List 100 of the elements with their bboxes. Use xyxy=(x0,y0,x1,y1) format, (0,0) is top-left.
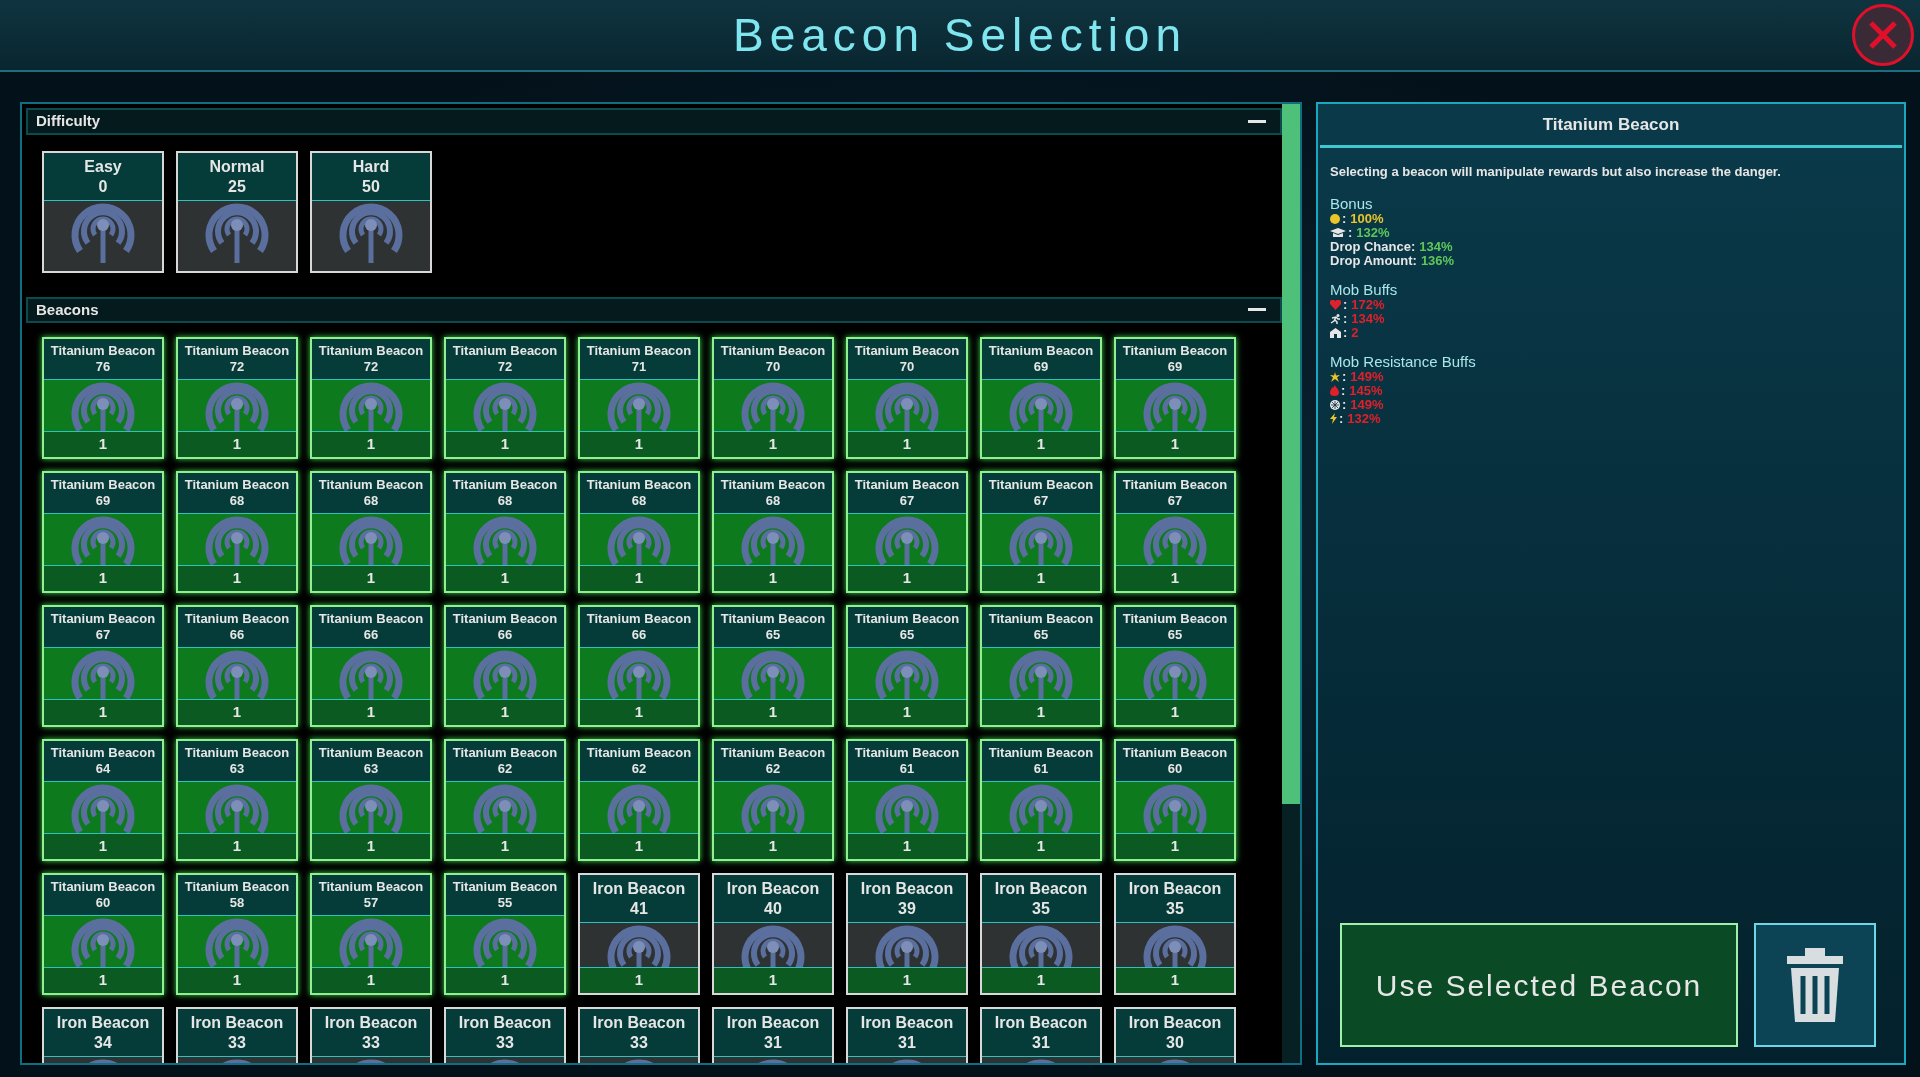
card-number: 33 xyxy=(228,1033,246,1053)
card-count: 1 xyxy=(634,434,644,455)
beacon-card[interactable]: Titanium Beacon 66 1 xyxy=(310,605,432,727)
beacon-card[interactable]: Titanium Beacon 68 1 xyxy=(578,471,700,593)
card-number: 66 xyxy=(497,627,513,644)
beacon-card[interactable]: Titanium Beacon 62 1 xyxy=(444,739,566,861)
beacon-card[interactable]: Titanium Beacon 70 1 xyxy=(846,337,968,459)
beacon-card[interactable]: Titanium Beacon 66 1 xyxy=(176,605,298,727)
beacon-card[interactable]: Iron Beacon 41 1 xyxy=(578,873,700,995)
window-title: Beacon Selection xyxy=(733,7,1187,63)
beacon-card[interactable]: Iron Beacon 31 xyxy=(712,1007,834,1063)
beacon-card[interactable]: Hard 50 xyxy=(310,150,432,273)
beacon-card[interactable]: Iron Beacon 35 1 xyxy=(1114,873,1236,995)
section-header[interactable]: Beacons xyxy=(26,296,1282,323)
beacon-card[interactable]: Titanium Beacon 60 1 xyxy=(42,873,164,995)
beacon-card[interactable]: Titanium Beacon 68 1 xyxy=(712,471,834,593)
use-selected-beacon-button[interactable]: Use Selected Beacon xyxy=(1340,923,1738,1047)
beacon-card[interactable]: Titanium Beacon 63 1 xyxy=(310,739,432,861)
card-number: 63 xyxy=(229,761,245,778)
card-count: 1 xyxy=(500,702,510,723)
section-header[interactable]: Difficulty xyxy=(26,108,1282,135)
burst-icon xyxy=(1330,371,1340,382)
beacon-card[interactable]: Iron Beacon 33 xyxy=(578,1007,700,1063)
beacon-card[interactable]: Titanium Beacon 70 1 xyxy=(712,337,834,459)
beacon-card[interactable]: Titanium Beacon 60 1 xyxy=(1114,739,1236,861)
card-title: Titanium Beacon xyxy=(50,343,156,360)
beacon-card[interactable]: Titanium Beacon 64 1 xyxy=(42,739,164,861)
beacon-card[interactable]: Iron Beacon 34 xyxy=(42,1007,164,1063)
beacon-card[interactable]: Iron Beacon 33 xyxy=(176,1007,298,1063)
beacon-card[interactable]: Titanium Beacon 68 1 xyxy=(310,471,432,593)
beacon-card[interactable]: Titanium Beacon 65 1 xyxy=(846,605,968,727)
beacon-card[interactable]: Titanium Beacon 63 1 xyxy=(176,739,298,861)
beacon-card[interactable]: Titanium Beacon 67 1 xyxy=(42,605,164,727)
card-count: 1 xyxy=(902,970,912,991)
beacon-card[interactable]: Titanium Beacon 69 1 xyxy=(42,471,164,593)
beacon-card[interactable]: Titanium Beacon 72 1 xyxy=(176,337,298,459)
beacon-card[interactable]: Titanium Beacon 67 1 xyxy=(846,471,968,593)
collapse-icon[interactable] xyxy=(1248,308,1266,312)
card-number: 69 xyxy=(95,493,111,510)
card-title: Titanium Beacon xyxy=(988,343,1094,360)
stat-value: 2 xyxy=(1351,325,1359,340)
beacon-card[interactable]: Titanium Beacon 66 1 xyxy=(444,605,566,727)
card-title: Normal xyxy=(209,156,265,177)
beacon-card[interactable]: Titanium Beacon 68 1 xyxy=(444,471,566,593)
beacon-card[interactable]: Titanium Beacon 76 1 xyxy=(42,337,164,459)
beacon-card[interactable]: Easy 0 xyxy=(42,150,164,273)
beacon-card[interactable]: Titanium Beacon 61 1 xyxy=(980,739,1102,861)
card-title: Titanium Beacon xyxy=(50,477,156,494)
card-count: 1 xyxy=(500,568,510,589)
beacon-card[interactable]: Titanium Beacon 58 1 xyxy=(176,873,298,995)
card-number: 68 xyxy=(497,493,513,510)
card-count: 1 xyxy=(232,702,242,723)
beacon-card[interactable]: Iron Beacon 33 xyxy=(444,1007,566,1063)
card-title: Iron Beacon xyxy=(56,1013,150,1033)
beacon-card[interactable]: Titanium Beacon 61 1 xyxy=(846,739,968,861)
card-title: Iron Beacon xyxy=(1128,1013,1222,1033)
card-title: Titanium Beacon xyxy=(586,611,692,628)
beacon-card[interactable]: Titanium Beacon 69 1 xyxy=(980,337,1102,459)
card-number: 69 xyxy=(1167,359,1183,376)
beacon-card[interactable]: Titanium Beacon 72 1 xyxy=(444,337,566,459)
beacon-card[interactable]: Normal 25 xyxy=(176,150,298,273)
stat-value: 134% xyxy=(1419,239,1453,254)
beacon-card[interactable]: Titanium Beacon 55 1 xyxy=(444,873,566,995)
beacon-card[interactable]: Titanium Beacon 68 1 xyxy=(176,471,298,593)
card-title: Easy xyxy=(84,156,122,177)
card-count: 1 xyxy=(1170,434,1180,455)
delete-button[interactable] xyxy=(1754,923,1876,1047)
beacon-card[interactable]: Iron Beacon 35 1 xyxy=(980,873,1102,995)
scrollbar-thumb[interactable] xyxy=(1282,104,1300,804)
beacon-card[interactable]: Titanium Beacon 65 1 xyxy=(712,605,834,727)
card-title: Titanium Beacon xyxy=(452,611,558,628)
beacon-card[interactable]: Titanium Beacon 71 1 xyxy=(578,337,700,459)
collapse-icon[interactable] xyxy=(1248,119,1266,123)
card-count: 1 xyxy=(768,568,778,589)
beacon-card[interactable]: Titanium Beacon 62 1 xyxy=(578,739,700,861)
beacon-card[interactable]: Iron Beacon 40 1 xyxy=(712,873,834,995)
card-title: Titanium Beacon xyxy=(50,745,156,762)
beacon-card[interactable]: Titanium Beacon 62 1 xyxy=(712,739,834,861)
beacon-card[interactable]: Titanium Beacon 67 1 xyxy=(980,471,1102,593)
card-number: 72 xyxy=(497,359,513,376)
beacon-card[interactable]: Titanium Beacon 65 1 xyxy=(980,605,1102,727)
beacon-card[interactable]: Titanium Beacon 66 1 xyxy=(578,605,700,727)
beacon-card[interactable]: Iron Beacon 39 1 xyxy=(846,873,968,995)
beacon-card[interactable]: Titanium Beacon 57 1 xyxy=(310,873,432,995)
card-number: 71 xyxy=(631,359,647,376)
card-number: 65 xyxy=(1167,627,1183,644)
stat-separator: : xyxy=(1342,211,1347,226)
beacon-card[interactable]: Titanium Beacon 72 1 xyxy=(310,337,432,459)
beacon-card[interactable]: Iron Beacon 31 xyxy=(846,1007,968,1063)
beacon-card[interactable]: Titanium Beacon 65 1 xyxy=(1114,605,1236,727)
card-count: 1 xyxy=(1170,702,1180,723)
beacon-card[interactable]: Iron Beacon 33 xyxy=(310,1007,432,1063)
card-count: 1 xyxy=(1036,568,1046,589)
beacon-card[interactable]: Iron Beacon 30 xyxy=(1114,1007,1236,1063)
beacon-card[interactable]: Iron Beacon 31 xyxy=(980,1007,1102,1063)
card-title: Titanium Beacon xyxy=(854,343,960,360)
beacon-card[interactable]: Titanium Beacon 67 1 xyxy=(1114,471,1236,593)
lightning-icon xyxy=(1330,413,1337,424)
beacon-card[interactable]: Titanium Beacon 69 1 xyxy=(1114,337,1236,459)
card-title: Titanium Beacon xyxy=(586,745,692,762)
